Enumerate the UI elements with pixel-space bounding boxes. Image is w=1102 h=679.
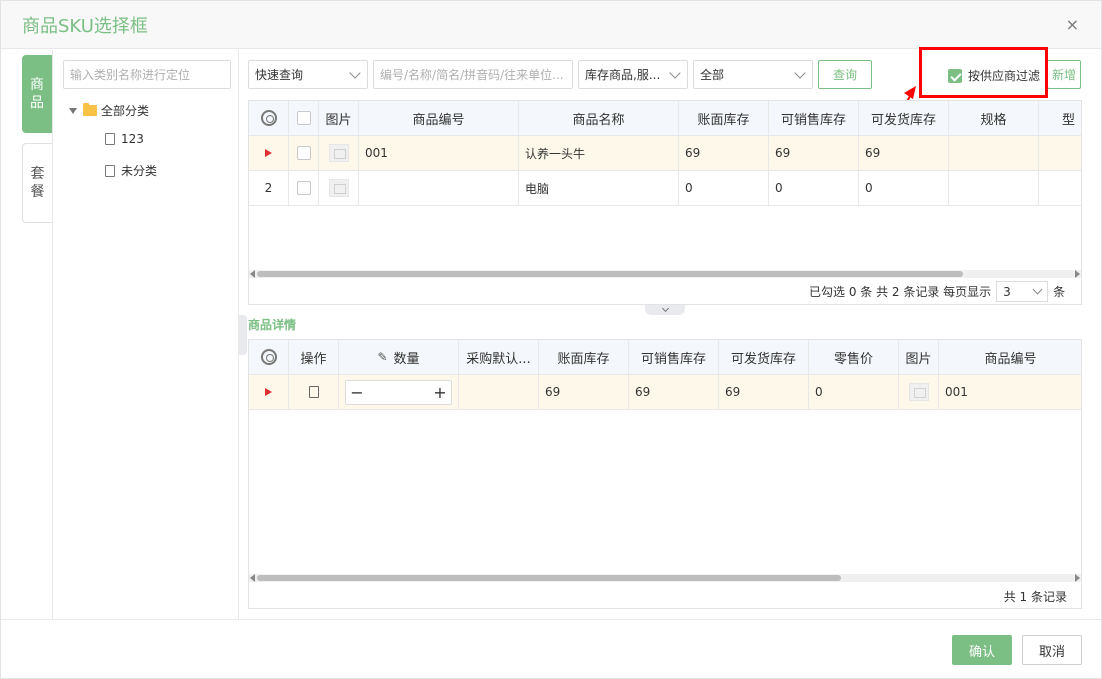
cancel-button[interactable]: 取消 [1022,635,1082,665]
col-header[interactable]: 可发货库存 [859,101,949,135]
increment-button[interactable]: + [429,381,451,404]
col-header[interactable]: 商品名称 [519,101,679,135]
cell-sale-stock: 69 [629,375,719,409]
detail-grid: 操作 ✎ 数量 采购默认... 账面库存 可销售库存 可发货库存 零售价 图片 … [248,339,1082,609]
col-header-quantity[interactable]: ✎ 数量 [339,340,459,374]
page-size-select[interactable]: 3 [996,281,1049,302]
cell-book-stock: 0 [679,171,769,205]
col-header[interactable]: 图片 [319,101,359,135]
scroll-right-icon[interactable] [1075,574,1080,582]
cell-code: 001 [939,375,1081,409]
image-placeholder-icon [328,179,349,197]
quantity-stepper[interactable]: − + [345,379,452,405]
cell-ship-stock: 0 [859,171,949,205]
cell-name: 电脑 [519,171,679,205]
cell-purchase-default [459,375,539,409]
row-index: 2 [249,171,289,205]
cell-ship-stock: 69 [859,136,949,170]
scroll-right-icon[interactable] [1075,270,1080,278]
pager-summary: 已勾选 0 条 共 2 条记录 每页显示 [809,285,992,299]
table-row[interactable]: 2 电脑 0 0 0 [249,171,1081,206]
detail-grid-header: 操作 ✎ 数量 采购默认... 账面库存 可销售库存 可发货库存 零售价 图片 … [249,340,1081,375]
edit-pencil-icon: ✎ [377,350,388,364]
row-check-cell[interactable] [289,136,319,170]
gear-icon[interactable] [260,110,277,126]
detail-section-title: 商品详情 [248,318,297,332]
col-header[interactable]: 型 [1039,101,1081,135]
table-row[interactable]: − + 69 69 69 0 001 [249,375,1081,410]
cell-spec [949,171,1039,205]
row-check-cell[interactable] [289,171,319,205]
sku-select-dialog: 商品SKU选择框 × 商品 套餐 全部分类 123 未分类 快速查询 编号/名称… [0,0,1102,679]
row-indicator [249,136,289,170]
decrement-button[interactable]: − [346,381,368,404]
gear-icon[interactable] [260,349,277,365]
cell-spec [949,136,1039,170]
chevron-down-icon [1032,284,1043,295]
grid-settings[interactable] [249,340,289,374]
col-header[interactable]: 零售价 [809,340,899,374]
col-header[interactable]: 商品编号 [939,340,1081,374]
col-header[interactable]: 可销售库存 [629,340,719,374]
col-header[interactable]: 可发货库存 [719,340,809,374]
scroll-left-icon[interactable] [250,574,255,582]
cell-retail-price: 0 [809,375,899,409]
cell-book-stock: 69 [679,136,769,170]
row-indicator [249,375,289,409]
cell-sale-stock: 0 [769,171,859,205]
cell-sale-stock: 69 [769,136,859,170]
pager: 已勾选 0 条 共 2 条记录 每页显示 3 条 [809,281,1065,302]
cell-code: 001 [359,136,519,170]
col-header[interactable]: 可销售库存 [769,101,859,135]
col-header[interactable]: 商品编号 [359,101,519,135]
scrollbar-thumb[interactable] [257,575,841,581]
image-cell [319,136,359,170]
col-header[interactable]: 账面库存 [679,101,769,135]
product-grid-header: 图片 商品编号 商品名称 账面库存 可销售库存 可发货库存 规格 型 [249,101,1081,136]
row-action-cell [289,375,339,409]
product-grid: 图片 商品编号 商品名称 账面库存 可销售库存 可发货库存 规格 型 001 认… [248,100,1082,305]
col-header[interactable]: 规格 [949,101,1039,135]
detail-record-count: 共 1 条记录 [1003,590,1067,604]
document-action-icon[interactable] [308,386,319,398]
row-checkbox[interactable] [296,146,311,160]
current-row-icon [265,388,272,396]
select-all-checkbox[interactable] [296,111,311,125]
row-checkbox[interactable] [296,181,311,195]
cell-ship-stock: 69 [719,375,809,409]
confirm-button[interactable]: 确认 [952,635,1012,665]
scroll-left-icon[interactable] [250,270,255,278]
select-all-cell[interactable] [289,101,319,135]
chevron-down-icon [661,304,669,313]
image-cell [319,171,359,205]
cell-book-stock: 69 [539,375,629,409]
table-row[interactable]: 001 认养一头牛 69 69 69 [249,136,1081,171]
col-header[interactable]: 图片 [899,340,939,374]
horizontal-scrollbar[interactable] [249,270,1081,278]
col-header[interactable]: 账面库存 [539,340,629,374]
quantity-input[interactable] [368,381,429,404]
col-header[interactable]: 采购默认... [459,340,539,374]
cell-model [1039,136,1081,170]
collapse-toggle[interactable] [645,304,685,315]
side-collapse-handle[interactable] [239,315,247,355]
footer-divider [1,619,1101,620]
col-header[interactable]: 操作 [289,340,339,374]
cell-name: 认养一头牛 [519,136,679,170]
current-row-icon [265,149,272,157]
scrollbar-thumb[interactable] [257,271,963,277]
image-placeholder-icon [908,383,929,401]
cell-code [359,171,519,205]
image-placeholder-icon [328,144,349,162]
image-cell [899,375,939,409]
quantity-cell: − + [339,375,459,409]
grid-settings[interactable] [249,101,289,135]
horizontal-scrollbar[interactable] [249,574,1081,582]
cell-model [1039,171,1081,205]
